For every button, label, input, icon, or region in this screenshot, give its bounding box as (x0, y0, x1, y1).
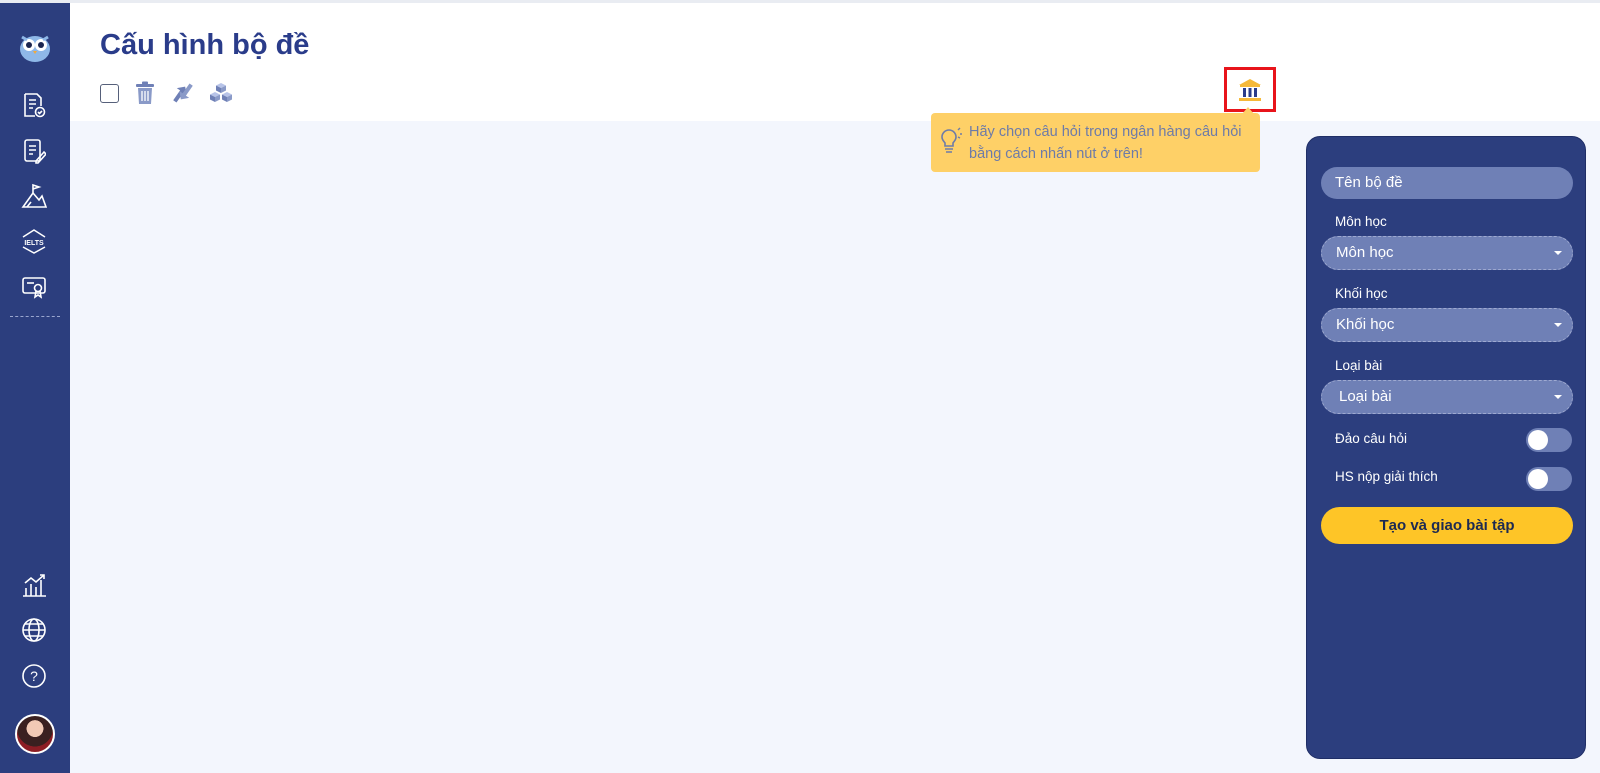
bank-icon (1239, 78, 1261, 101)
toggle-knob (1528, 430, 1548, 450)
shuffle-label: Đảo câu hỏi (1335, 431, 1408, 446)
svg-text:IELTS: IELTS (24, 240, 44, 247)
svg-text:?: ? (30, 668, 38, 684)
hint-tooltip: Hãy chọn câu hỏi trong ngân hàng câu hỏi… (931, 113, 1260, 172)
document-check-icon[interactable] (18, 89, 50, 121)
set-name-input[interactable]: Tên bộ đề (1321, 167, 1573, 199)
subject-value: Môn học (1336, 244, 1394, 261)
question-bank-button[interactable] (1224, 67, 1276, 112)
sort-arrows-icon[interactable] (171, 81, 195, 105)
subject-label: Môn học (1335, 214, 1387, 229)
mountain-flag-icon[interactable] (18, 180, 50, 212)
explain-toggle[interactable] (1526, 467, 1572, 491)
lightbulb-icon (941, 127, 962, 153)
help-icon[interactable]: ? (18, 660, 50, 692)
toggle-knob (1528, 469, 1548, 489)
chevron-down-icon (1554, 323, 1562, 327)
chart-icon[interactable] (18, 569, 50, 601)
config-panel: Tên bộ đề Môn học Môn học Khối học Khối … (1306, 136, 1586, 759)
type-label: Loại bài (1335, 358, 1383, 373)
cubes-icon[interactable] (209, 81, 233, 105)
sidebar-divider (10, 316, 60, 317)
avatar[interactable] (15, 714, 55, 754)
hint-line-1: Hãy chọn câu hỏi trong ngân hàng câu hỏi (969, 124, 1242, 140)
certificate-icon[interactable] (18, 271, 50, 303)
ielts-icon[interactable]: IELTS (18, 225, 50, 257)
type-select[interactable]: Loại bài (1321, 380, 1573, 414)
subject-select[interactable]: Môn học (1321, 236, 1573, 270)
explain-label: HS nộp giải thích (1335, 469, 1438, 484)
sidebar: IELTS ? (0, 3, 70, 773)
select-all-checkbox[interactable] (100, 83, 119, 103)
toolbar (100, 79, 233, 107)
type-value: Loại bài (1339, 388, 1392, 405)
create-assign-button[interactable]: Tạo và giao bài tập (1321, 507, 1573, 544)
grade-select[interactable]: Khối học (1321, 308, 1573, 342)
shuffle-toggle[interactable] (1526, 428, 1572, 452)
hint-line-2: bằng cách nhấn nút ở trên! (969, 146, 1143, 162)
page-title: Cấu hình bộ đề (100, 29, 310, 61)
header: Cấu hình bộ đề (70, 3, 1600, 121)
chevron-down-icon (1554, 251, 1562, 255)
grade-value: Khối học (1336, 316, 1395, 333)
grade-label: Khối học (1335, 286, 1388, 301)
document-edit-icon[interactable] (18, 135, 50, 167)
hint-text: Hãy chọn câu hỏi trong ngân hàng câu hỏi… (969, 121, 1241, 165)
trash-icon[interactable] (133, 81, 157, 105)
owl-logo[interactable] (17, 29, 53, 65)
globe-icon[interactable] (18, 614, 50, 646)
chevron-down-icon (1554, 395, 1562, 399)
